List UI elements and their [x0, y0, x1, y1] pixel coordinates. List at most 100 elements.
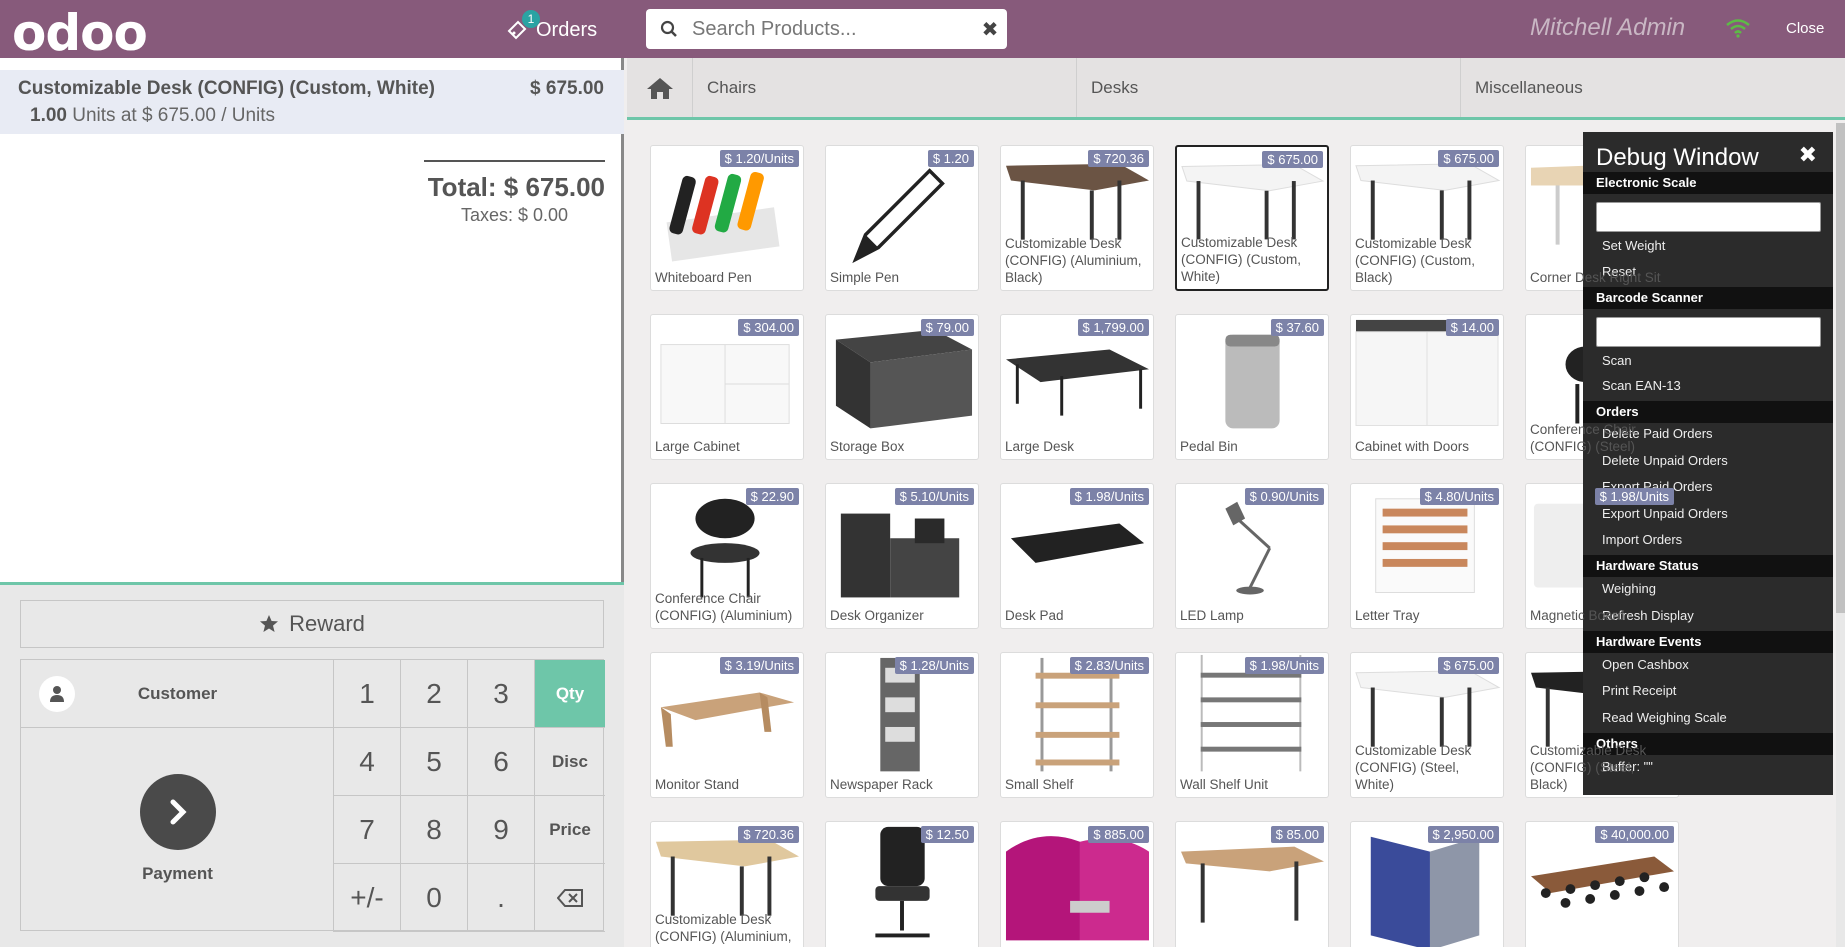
scan-ean13-button[interactable]: Scan EAN-13 — [1602, 378, 1681, 393]
qty-mode-button[interactable]: Qty — [535, 660, 605, 728]
product-card[interactable]: $ 675.00 Customizable Desk (CONFIG) (Cus… — [1350, 145, 1504, 291]
order-line-info: 1.00 Units at $ 675.00 / Units — [30, 105, 275, 127]
product-name: Corner Desk Right Sit — [1530, 270, 1661, 285]
order-line[interactable]: Customizable Desk (CONFIG) (Custom, Whit… — [0, 70, 624, 134]
odoo-logo: odoo — [12, 4, 148, 62]
numpad-5[interactable]: 5 — [401, 728, 468, 796]
product-card[interactable]: $ 304.00 Large Cabinet — [650, 314, 804, 460]
clear-search-icon[interactable]: ✖ — [973, 17, 1007, 42]
product-name: Customizable Desk (CONFIG) (Custom, Blac… — [1355, 236, 1475, 285]
order-line-name: Customizable Desk (CONFIG) (Custom, Whit… — [18, 78, 435, 99]
product-price: $ 1.98/Units — [1244, 657, 1324, 674]
product-card[interactable]: $ 4.80/Units Letter Tray — [1350, 483, 1504, 629]
product-price: $ 37.60 — [1270, 319, 1324, 336]
backspace-button[interactable] — [535, 864, 605, 932]
star-icon — [260, 615, 279, 632]
product-price: $ 4.80/Units — [1419, 488, 1499, 505]
numpad-decimal[interactable]: . — [468, 864, 535, 932]
product-card[interactable]: $ 22.90 Conference Chair (CONFIG) (Alumi… — [650, 483, 804, 629]
product-card[interactable]: $ 79.00 Storage Box — [825, 314, 979, 460]
product-card[interactable]: $ 885.00 — [1000, 821, 1154, 947]
product-card[interactable]: $ 1.98/Units Desk Pad — [1000, 483, 1154, 629]
reward-button[interactable]: Reward — [20, 600, 604, 648]
customer-button[interactable]: Customer — [21, 660, 334, 728]
numpad-6[interactable]: 6 — [468, 728, 535, 796]
product-card[interactable]: $ 12.50 — [825, 821, 979, 947]
search-input[interactable] — [692, 17, 973, 41]
delete-unpaid-orders-button[interactable]: Delete Unpaid Orders — [1602, 453, 1728, 468]
product-card[interactable]: $ 3.19/Units Monitor Stand — [650, 652, 804, 798]
product-card[interactable]: $ 720.36 Customizable Desk (CONFIG) (Alu… — [650, 821, 804, 947]
numpad-1[interactable]: 1 — [334, 660, 401, 728]
orders-count-badge: 1 — [522, 10, 540, 28]
scan-button[interactable]: Scan — [1602, 353, 1632, 368]
product-card[interactable]: $ 1.20/Units Whiteboard Pen — [650, 145, 804, 291]
debug-section-hw-events: Hardware Events — [1583, 631, 1833, 653]
orders-button[interactable]: 1 Orders — [506, 10, 597, 48]
product-name: Pedal Bin — [1180, 439, 1238, 454]
product-name: Magnetic Board — [1530, 608, 1625, 623]
product-name: Conference Chair (CONFIG) (Steel) — [1530, 422, 1636, 454]
product-card[interactable]: $ 14.00 Cabinet with Doors — [1350, 314, 1504, 460]
set-weight-button[interactable]: Set Weight — [1602, 238, 1665, 253]
product-price: $ 2.83/Units — [1069, 657, 1149, 674]
product-name: Cabinet with Doors — [1355, 439, 1470, 454]
product-card[interactable]: $ 0.90/Units LED Lamp — [1175, 483, 1329, 629]
print-receipt-button[interactable]: Print Receipt — [1602, 683, 1676, 698]
order-total: Total: $ 675.00 — [427, 172, 605, 202]
numpad-8[interactable]: 8 — [401, 796, 468, 864]
product-scrollbar[interactable] — [1836, 123, 1845, 947]
product-price: $ 1.98/Units — [1594, 488, 1674, 505]
product-card[interactable]: $ 40,000.00 — [1525, 821, 1679, 947]
numpad-4[interactable]: 4 — [334, 728, 401, 796]
category-desks[interactable]: Desks — [1077, 58, 1461, 117]
product-card[interactable]: $ 675.00 Customizable Desk (CONFIG) (Cus… — [1175, 145, 1329, 291]
numpad-2[interactable]: 2 — [401, 660, 468, 728]
payment-button[interactable]: Payment — [21, 728, 334, 932]
product-name: Customizable Desk (CONFIG) (Steel, White… — [1355, 743, 1472, 792]
scrollbar-thumb[interactable] — [1836, 123, 1845, 613]
home-category-button[interactable] — [627, 58, 693, 117]
order-taxes: Taxes: $ 0.00 — [460, 205, 569, 225]
numpad-7[interactable]: 7 — [334, 796, 401, 864]
product-card[interactable]: $ 37.60 Pedal Bin — [1175, 314, 1329, 460]
product-card[interactable]: $ 2.83/Units Small Shelf — [1000, 652, 1154, 798]
product-name: Wall Shelf Unit — [1180, 777, 1269, 792]
product-card[interactable]: $ 85.00 — [1175, 821, 1329, 947]
read-weighing-scale-button[interactable]: Read Weighing Scale — [1602, 710, 1727, 725]
product-price: $ 1.20 — [927, 150, 974, 167]
home-icon — [646, 77, 673, 99]
category-chairs[interactable]: Chairs — [693, 58, 1077, 117]
product-card[interactable]: $ 720.36 Customizable Desk (CONFIG) (Alu… — [1000, 145, 1154, 291]
numpad-sign[interactable]: +/- — [334, 864, 401, 932]
product-card[interactable]: $ 1,799.00 Large Desk — [1000, 314, 1154, 460]
numpad-9[interactable]: 9 — [468, 796, 535, 864]
disc-mode-button[interactable]: Disc — [535, 728, 605, 796]
product-card[interactable]: $ 1.98/Units Wall Shelf Unit — [1175, 652, 1329, 798]
product-price: $ 40,000.00 — [1595, 826, 1674, 843]
import-orders-button[interactable]: Import Orders — [1602, 532, 1682, 547]
product-search: ✖ — [646, 9, 1007, 49]
product-card[interactable]: $ 1.28/Units Newspaper Rack — [825, 652, 979, 798]
product-card[interactable]: $ 5.10/Units Desk Organizer — [825, 483, 979, 629]
chevron-right-icon — [140, 774, 216, 850]
product-card[interactable]: $ 675.00 Customizable Desk (CONFIG) (Ste… — [1350, 652, 1504, 798]
price-mode-button[interactable]: Price — [535, 796, 605, 864]
weight-input[interactable] — [1596, 202, 1821, 232]
product-card[interactable]: $ 1.20 Simple Pen — [825, 145, 979, 291]
export-unpaid-orders-button[interactable]: Export Unpaid Orders — [1602, 506, 1728, 521]
barcode-input[interactable] — [1596, 317, 1821, 347]
weighing-status[interactable]: Weighing — [1602, 581, 1656, 596]
numpad-3[interactable]: 3 — [468, 660, 535, 728]
numpad-0[interactable]: 0 — [401, 864, 468, 932]
close-button[interactable]: Close — [1786, 20, 1824, 37]
debug-close-icon[interactable]: ✖ — [1799, 142, 1817, 168]
category-miscellaneous[interactable]: Miscellaneous — [1461, 58, 1845, 117]
product-card[interactable]: $ 2,950.00 — [1350, 821, 1504, 947]
product-price: $ 720.36 — [738, 826, 799, 843]
product-name: Whiteboard Pen — [655, 270, 752, 285]
open-cashbox-button[interactable]: Open Cashbox — [1602, 657, 1689, 672]
product-name: Newspaper Rack — [830, 777, 933, 792]
wifi-icon[interactable] — [1725, 18, 1751, 43]
product-price: $ 885.00 — [1088, 826, 1149, 843]
